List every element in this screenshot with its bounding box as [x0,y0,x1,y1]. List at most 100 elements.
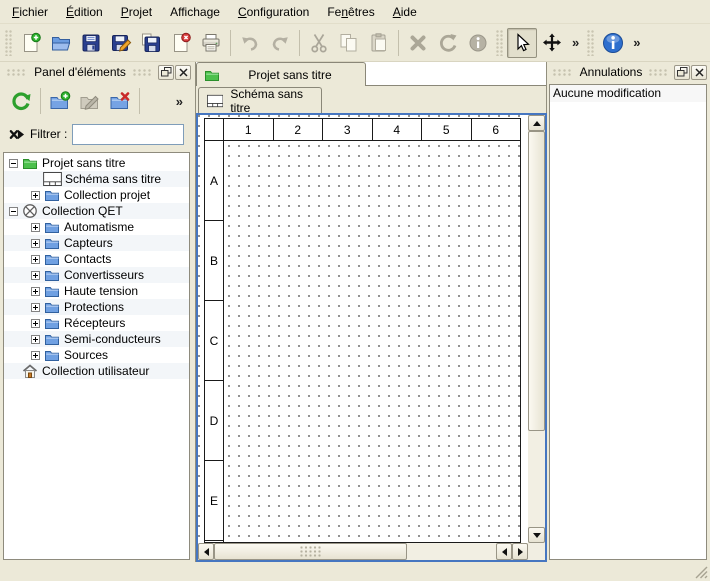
horizontal-scrollbar-thumb[interactable] [214,543,407,560]
close-file-icon [170,32,192,54]
folder-icon [43,283,61,299]
rotate-button [433,28,463,58]
folder-icon [43,187,61,203]
about-icon [601,31,625,55]
frame-corner-cell [205,119,224,140]
project-tab-bar: Projet sans titre [196,62,546,86]
menu-projet[interactable]: Projet [112,1,161,23]
expand-expander-icon[interactable] [30,303,41,312]
menu-edition[interactable]: Édition [57,1,112,23]
tree-item-sources[interactable]: Sources [4,347,189,363]
scroll-up-button[interactable] [528,115,545,131]
tree-item-protections[interactable]: Protections [4,299,189,315]
scroll-right-button[interactable] [512,543,528,560]
delete-category-button[interactable] [105,86,135,116]
scroll-left-button-2[interactable] [496,543,512,560]
tab-projet-sans-titre[interactable]: Projet sans titre [196,62,366,86]
expand-expander-icon[interactable] [30,351,41,360]
close-panel-button[interactable] [691,65,707,80]
tab-schema-sans-titre[interactable]: Schéma sans titre [198,87,322,113]
expand-expander-icon[interactable] [30,239,41,248]
close-file-button[interactable] [166,28,196,58]
dock-grip [133,69,153,76]
tree-item-semi-conducteurs[interactable]: Semi-conducteurs [4,331,189,347]
vertical-scrollbar-thumb[interactable] [528,131,545,431]
scroll-down-button[interactable] [528,527,545,543]
select-mode-button[interactable] [507,28,537,58]
toolbar-grip[interactable] [496,30,504,56]
refresh-collections-button[interactable] [6,86,36,116]
undo-panel-titlebar[interactable]: Annulations [548,62,708,82]
expand-expander-icon[interactable] [30,319,41,328]
elements-panel-toolbar: » [2,82,192,120]
save-as-button[interactable] [106,28,136,58]
filter-row: Filtrer : [2,120,192,148]
tree-item-schema-sans-titre[interactable]: Schéma sans titre [4,171,189,187]
print-button[interactable] [196,28,226,58]
save-all-button[interactable] [136,28,166,58]
menu-affichage[interactable]: Affichage [161,1,229,23]
expand-expander-icon[interactable] [30,223,41,232]
delete-button [403,28,433,58]
menu-configuration[interactable]: Configuration [229,1,318,23]
toolbar-overflow-chevron[interactable]: » [628,35,645,50]
toolbar-grip[interactable] [587,30,595,56]
elements-panel: Panel d'éléments [2,62,192,562]
menu-aide[interactable]: Aide [384,1,426,23]
tree-item-collection-projet[interactable]: Collection projet [4,187,189,203]
expand-expander-icon[interactable] [30,271,41,280]
tree-item-collection-utilisateur[interactable]: Collection utilisateur [4,363,189,379]
tree-item-contacts[interactable]: Contacts [4,251,189,267]
save-button[interactable] [76,28,106,58]
vertical-scrollbar[interactable] [528,115,545,543]
float-panel-button[interactable] [158,65,174,80]
tree-item-projet-sans-titre[interactable]: Projet sans titre [4,155,189,171]
menu-fenetres[interactable]: Fenêtres [318,1,383,23]
new-document-button[interactable] [16,28,46,58]
horizontal-scrollbar[interactable] [198,543,528,560]
menu-fichier[interactable]: Fichier [3,1,57,23]
about-button[interactable] [598,28,628,58]
move-mode-icon [541,32,563,54]
collapse-expander-icon[interactable] [8,159,19,168]
diagram-canvas[interactable]: 1 2 3 4 5 6 A B C D E [198,115,528,543]
open-button[interactable] [46,28,76,58]
clear-filter-icon[interactable] [8,126,25,143]
expand-expander-icon[interactable] [30,335,41,344]
tree-item-capteurs[interactable]: Capteurs [4,235,189,251]
toolbar-grip[interactable] [5,30,13,56]
tree-item-recepteurs[interactable]: Récepteurs [4,315,189,331]
tree-item-collection-qet[interactable]: Collection QET [4,203,189,219]
scroll-left-button[interactable] [198,543,214,560]
schema-tab-bar: Schéma sans titre [196,86,546,113]
save-all-icon [140,32,162,54]
diagram-frame: 1 2 3 4 5 6 A B C D E [204,118,521,543]
expand-expander-icon[interactable] [30,191,41,200]
toolbar-separator [40,88,41,114]
close-panel-button[interactable] [175,65,191,80]
panel-toolbar-overflow-chevron[interactable]: » [171,94,188,109]
paste-button [364,28,394,58]
select-mode-icon [511,32,533,54]
resize-grip-icon[interactable] [695,566,708,579]
tree-item-automatisme[interactable]: Automatisme [4,219,189,235]
toolbar-separator [139,88,140,114]
dock-grip [553,69,573,76]
tree-item-convertisseurs[interactable]: Convertisseurs [4,267,189,283]
toolbar-overflow-chevron[interactable]: » [567,35,584,50]
cut-icon [308,32,330,54]
new-category-button[interactable] [45,86,75,116]
filter-input[interactable] [72,124,184,145]
elements-panel-titlebar[interactable]: Panel d'éléments [2,62,192,82]
expand-expander-icon[interactable] [30,255,41,264]
collapse-expander-icon[interactable] [8,207,19,216]
undo-list-item[interactable]: Aucune modification [550,85,706,102]
float-panel-button[interactable] [674,65,690,80]
move-mode-button[interactable] [537,28,567,58]
expand-expander-icon[interactable] [30,287,41,296]
edit-category-icon [79,90,101,112]
close-icon [695,68,704,77]
tree-item-haute-tension[interactable]: Haute tension [4,283,189,299]
copy-button [334,28,364,58]
application-window: Fichier Édition Projet Affichage Configu… [0,0,710,581]
